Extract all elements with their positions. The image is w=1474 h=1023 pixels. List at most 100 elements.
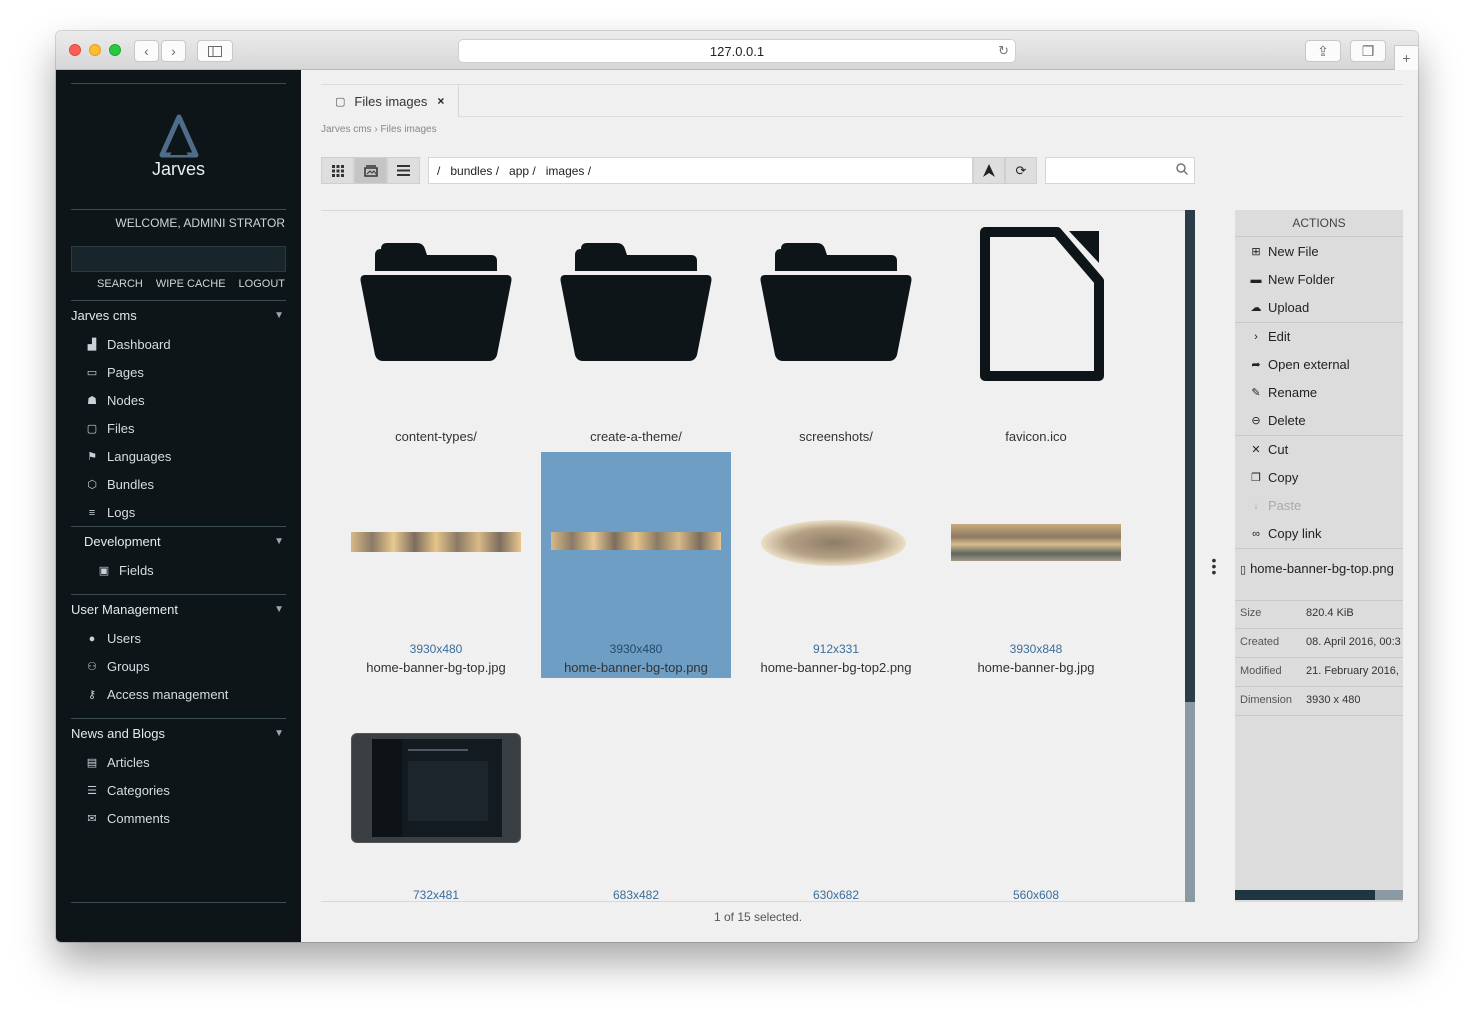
panel-resize-handle-icon[interactable]: • • • bbox=[1210, 553, 1218, 579]
file-tile-screenshot-3[interactable]: 630x682 bbox=[741, 698, 931, 901]
sidebar-item-categories[interactable]: ☰ Categories bbox=[86, 783, 170, 798]
new-folder-button[interactable]: ▬ New Folder bbox=[1250, 272, 1335, 287]
sidebar-item-nodes[interactable]: ☗ Nodes bbox=[86, 393, 145, 408]
new-tab-icon[interactable]: + bbox=[1394, 45, 1418, 70]
file-tile-screenshot-1[interactable]: 732x481 bbox=[341, 698, 531, 901]
path-segment-root[interactable]: / bbox=[437, 164, 440, 178]
copy-link-button[interactable]: ∞ Copy link bbox=[1250, 526, 1321, 541]
sidebar-item-groups[interactable]: ⚇ Groups bbox=[86, 659, 150, 674]
info-size: Size 820.4 KiB bbox=[1240, 607, 1403, 619]
folder-icon: ▢ bbox=[335, 95, 346, 108]
copy-button[interactable]: ❐ Copy bbox=[1250, 470, 1298, 485]
file-tile-home-banner-bg-top-png[interactable]: 3930x480 home-banner-bg-top.png bbox=[541, 452, 731, 678]
file-tile-create-a-theme[interactable]: create-a-theme/ bbox=[541, 227, 731, 453]
maximize-window-button[interactable] bbox=[109, 44, 121, 56]
refresh-icon[interactable]: ⟳ bbox=[1005, 157, 1037, 184]
tab-files-images[interactable]: ▢ Files images × bbox=[321, 85, 459, 117]
panel-scrollbar-track[interactable] bbox=[1375, 890, 1403, 900]
chevron-down-icon[interactable]: ▼ bbox=[274, 728, 284, 739]
path-segment-bundles[interactable]: bundles / bbox=[450, 164, 499, 178]
section-news-and-blogs[interactable]: News and Blogs ▼ bbox=[71, 726, 286, 741]
file-search-input[interactable] bbox=[1045, 157, 1195, 184]
sidebar-item-comments[interactable]: ✉ Comments bbox=[86, 811, 169, 826]
section-title: User Management bbox=[71, 602, 178, 617]
close-window-button[interactable] bbox=[69, 44, 81, 56]
folder-icon: ▢ bbox=[86, 423, 98, 435]
path-segment-images[interactable]: images / bbox=[546, 164, 591, 178]
sidebar-item-logs[interactable]: ≡ Logs bbox=[86, 505, 135, 520]
list-icon: ≡ bbox=[88, 506, 96, 519]
chevron-down-icon[interactable]: ▼ bbox=[274, 536, 284, 547]
forward-icon[interactable]: › bbox=[161, 40, 186, 62]
browser-titlebar: ‹ › 127.0.0.1 ↻ ⇪ ❐ + bbox=[56, 31, 1418, 70]
file-tile-favicon[interactable]: favicon.ico bbox=[941, 227, 1131, 453]
sidebar-item-users[interactable]: ● Users bbox=[86, 631, 141, 646]
section-development[interactable]: Development ▼ bbox=[84, 534, 286, 549]
close-icon[interactable]: × bbox=[437, 94, 444, 108]
chevron-down-icon[interactable]: ▼ bbox=[274, 604, 284, 615]
sidebar-toggle-icon[interactable] bbox=[197, 40, 233, 62]
action-label: Rename bbox=[1268, 385, 1318, 400]
sidebar-item-label: Dashboard bbox=[107, 337, 171, 352]
chevron-down-icon[interactable]: ▼ bbox=[274, 310, 284, 321]
upload-button[interactable]: ☁ Upload bbox=[1250, 300, 1310, 315]
url-bar[interactable]: 127.0.0.1 ↻ bbox=[458, 39, 1016, 63]
edit-icon: › bbox=[1254, 330, 1258, 343]
file-grid-scrollbar[interactable] bbox=[1185, 210, 1195, 902]
sidebar-item-articles[interactable]: ▤ Articles bbox=[86, 755, 150, 770]
paste-button[interactable]: ↓ Paste bbox=[1250, 498, 1301, 513]
scrollbar-thumb[interactable] bbox=[1185, 210, 1195, 702]
sidebar-item-bundles[interactable]: ⬡ Bundles bbox=[86, 477, 154, 492]
back-icon[interactable]: ‹ bbox=[134, 40, 159, 62]
preview-sidebar bbox=[372, 739, 402, 837]
new-file-button[interactable]: ⊞ New File bbox=[1250, 244, 1318, 259]
breadcrumb[interactable]: Jarves cms › Files images bbox=[321, 124, 437, 135]
open-external-button[interactable]: ➦ Open external bbox=[1250, 357, 1349, 372]
path-bar[interactable]: / bundles / app / images / bbox=[428, 157, 973, 184]
panel-scrollbar[interactable] bbox=[1235, 890, 1375, 900]
file-icon: ▯ bbox=[1240, 564, 1247, 576]
reload-icon[interactable]: ↻ bbox=[998, 43, 1009, 59]
list-view-icon[interactable] bbox=[387, 157, 420, 184]
file-tile-screenshot-2[interactable]: 683x482 bbox=[541, 698, 731, 901]
sidebar-item-label: Pages bbox=[107, 365, 144, 380]
search-link[interactable]: SEARCH bbox=[97, 278, 143, 290]
action-label: Cut bbox=[1268, 442, 1289, 457]
cut-button[interactable]: ✕ Cut bbox=[1250, 442, 1288, 457]
sidebar-item-files[interactable]: ▢ Files bbox=[86, 421, 135, 436]
navigate-up-icon[interactable] bbox=[973, 157, 1005, 184]
sidebar: Jarves WELCOME, ADMINI STRATOR SEARCH WI… bbox=[56, 70, 301, 942]
divider bbox=[1235, 600, 1403, 601]
wipe-cache-link[interactable]: WIPE CACHE bbox=[156, 278, 226, 290]
minimize-window-button[interactable] bbox=[89, 44, 101, 56]
preview-content bbox=[408, 761, 488, 821]
image-dimensions: 560x608 bbox=[1012, 888, 1060, 902]
share-icon[interactable]: ⇪ bbox=[1305, 40, 1341, 62]
sidebar-item-access-management[interactable]: ⚷ Access management bbox=[86, 687, 228, 702]
rename-button[interactable]: ✎ Rename bbox=[1250, 385, 1317, 400]
sidebar-item-languages[interactable]: ⚑ Languages bbox=[86, 449, 171, 464]
file-tile-home-banner-bg-top-jpg[interactable]: 3930x480 home-banner-bg-top.jpg bbox=[341, 452, 531, 678]
file-tile-content-types[interactable]: content-types/ bbox=[341, 227, 531, 453]
path-segment-app[interactable]: app / bbox=[509, 164, 536, 178]
delete-button[interactable]: ⊖ Delete bbox=[1250, 413, 1305, 428]
info-modified: Modified 21. February 2016, bbox=[1240, 665, 1403, 677]
info-value: 3930 x 480 bbox=[1306, 694, 1361, 706]
file-tile-home-banner-bg-top2-png[interactable]: 912x331 home-banner-bg-top2.png bbox=[741, 452, 931, 678]
file-tile-screenshots[interactable]: screenshots/ bbox=[741, 227, 931, 453]
divider bbox=[71, 526, 286, 527]
file-tile-screenshot-4[interactable]: 560x608 bbox=[941, 698, 1131, 902]
thumbnail-view-icon[interactable] bbox=[354, 157, 387, 184]
tabs-icon[interactable]: ❐ bbox=[1350, 40, 1386, 62]
section-jarves-cms[interactable]: Jarves cms ▼ bbox=[71, 308, 286, 323]
file-tile-home-banner-bg-jpg[interactable]: 3930x848 home-banner-bg.jpg bbox=[941, 452, 1131, 678]
sidebar-search-input[interactable] bbox=[71, 246, 286, 272]
grid-view-icon[interactable] bbox=[321, 157, 354, 184]
sidebar-item-fields[interactable]: ▣ Fields bbox=[98, 563, 154, 578]
edit-button[interactable]: › Edit bbox=[1250, 329, 1290, 344]
section-user-management[interactable]: User Management ▼ bbox=[71, 602, 286, 617]
logout-link[interactable]: LOGOUT bbox=[239, 278, 285, 290]
sidebar-item-dashboard[interactable]: ▟ Dashboard bbox=[86, 337, 171, 352]
sidebar-item-pages[interactable]: ▭ Pages bbox=[86, 365, 144, 380]
paste-icon: ↓ bbox=[1253, 499, 1259, 512]
